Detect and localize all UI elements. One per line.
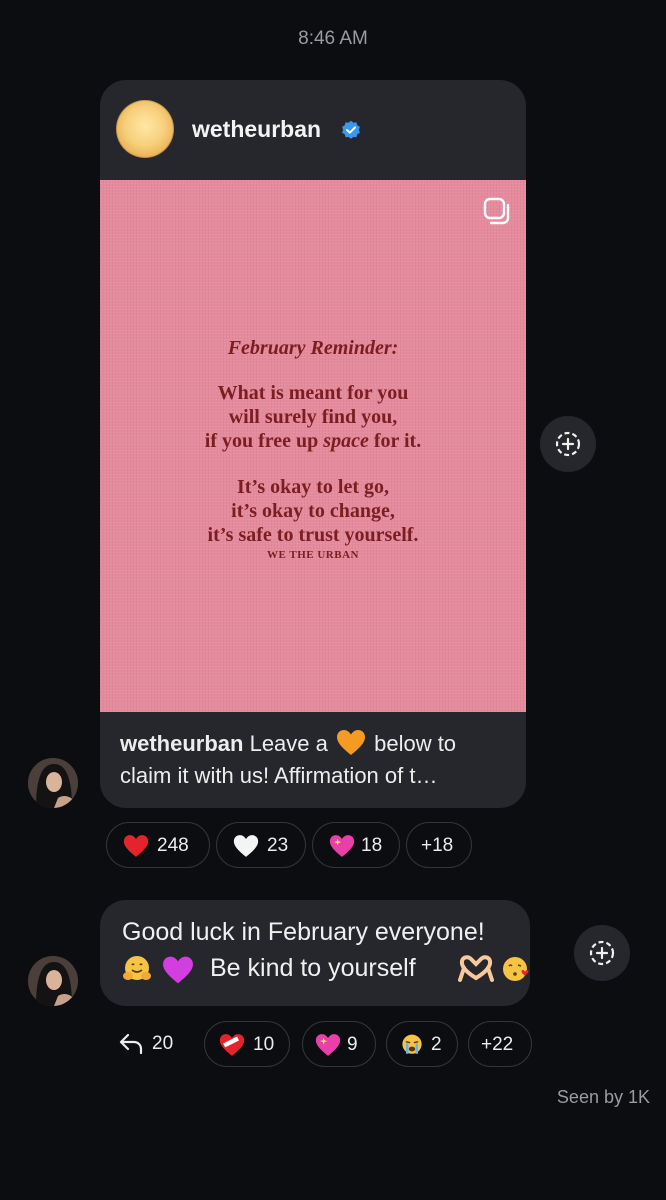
purple-heart-icon (163, 956, 193, 984)
post-image-title: February Reminder: (227, 337, 399, 359)
shared-post-card[interactable]: wetheurban February Reminder: What is me… (100, 80, 526, 808)
post-image-line: will surely find you, (228, 406, 398, 428)
post-image-line: if you free up space for it. (100, 429, 526, 453)
sender-avatar[interactable] (28, 758, 78, 808)
reaction-count: 10 (253, 1034, 275, 1055)
post-image-line: What is meant for you (217, 382, 409, 404)
share-message-button[interactable] (574, 925, 630, 981)
verified-badge-icon (342, 120, 360, 139)
carousel-icon (483, 197, 510, 225)
more-reactions-pill[interactable]: +22 (468, 1021, 532, 1067)
sparkling-heart-icon (315, 1034, 341, 1056)
avatar-photo (28, 956, 78, 1006)
reaction-count: 23 (267, 835, 289, 856)
hugging-face-icon (123, 956, 151, 980)
message-text: Be kind to yourself (210, 954, 416, 982)
avatar-photo (28, 758, 78, 808)
replies-button[interactable]: 20 (106, 1021, 192, 1067)
reaction-pill[interactable]: 2 (386, 1021, 458, 1067)
sender-avatar[interactable] (28, 956, 78, 1006)
white-heart-icon (233, 835, 259, 857)
reaction-pill[interactable]: 248 (106, 822, 210, 868)
reaction-pill[interactable]: 18 (312, 822, 400, 868)
caption-text: below to (367, 731, 457, 756)
post-image-line: It’s okay to let go, (236, 476, 390, 498)
reaction-count: +18 (421, 835, 454, 856)
share-icon (589, 940, 615, 966)
message-text-line2: Be kind to yourself (122, 954, 542, 988)
loudly-crying-face-icon (402, 1034, 422, 1054)
reaction-count: +22 (481, 1034, 514, 1055)
caption-text: claim it with us! Affirmation of t… (120, 763, 438, 788)
caption-text: Leave a (243, 731, 334, 756)
post-image-line-part: for it. (368, 430, 422, 452)
reply-count: 20 (152, 1033, 174, 1054)
more-reactions-pill[interactable]: +18 (406, 822, 472, 868)
post-image-line: it’s okay to change, (231, 500, 395, 522)
message-bubble[interactable]: Good luck in February everyone! Be kind … (100, 900, 530, 1006)
reaction-pill[interactable]: 23 (216, 822, 306, 868)
post-image-text: February Reminder: What is meant for you… (100, 335, 526, 561)
post-caption[interactable]: wetheurban Leave a below to claim it with… (120, 728, 510, 792)
heart-hands-icon (458, 955, 494, 982)
message-timestamp: 8:46 AM (298, 28, 368, 49)
reaction-count: 2 (431, 1034, 442, 1055)
post-image-brand: WE THE URBAN (267, 549, 359, 561)
red-heart-icon (123, 835, 149, 857)
post-header[interactable]: wetheurban (100, 80, 526, 180)
post-image[interactable]: February Reminder: What is meant for you… (100, 180, 526, 712)
post-image-line: it’s safe to trust yourself. (207, 524, 419, 546)
post-image-line-emphasis: space (323, 430, 369, 452)
reaction-count: 248 (157, 835, 189, 856)
sparkling-heart-icon (329, 835, 355, 857)
message-text: Good luck in February everyone! (122, 918, 485, 946)
post-author-username[interactable]: wetheurban (192, 116, 321, 143)
seen-status: Seen by 1K (556, 1087, 650, 1107)
mending-heart-icon (219, 1034, 245, 1056)
reaction-count: 18 (361, 835, 383, 856)
share-icon (555, 431, 581, 457)
reply-icon (119, 1033, 143, 1055)
caption-username: wetheurban (120, 731, 244, 756)
reaction-pill[interactable]: 9 (302, 1021, 376, 1067)
post-image-line-part: if you free up (204, 430, 324, 452)
orange-heart-icon (336, 730, 365, 755)
reaction-pill[interactable]: 10 (204, 1021, 290, 1067)
reaction-count: 9 (347, 1034, 358, 1055)
post-author-avatar[interactable] (116, 100, 174, 158)
share-post-button[interactable] (540, 416, 596, 472)
face-blowing-kiss-icon (503, 957, 529, 981)
